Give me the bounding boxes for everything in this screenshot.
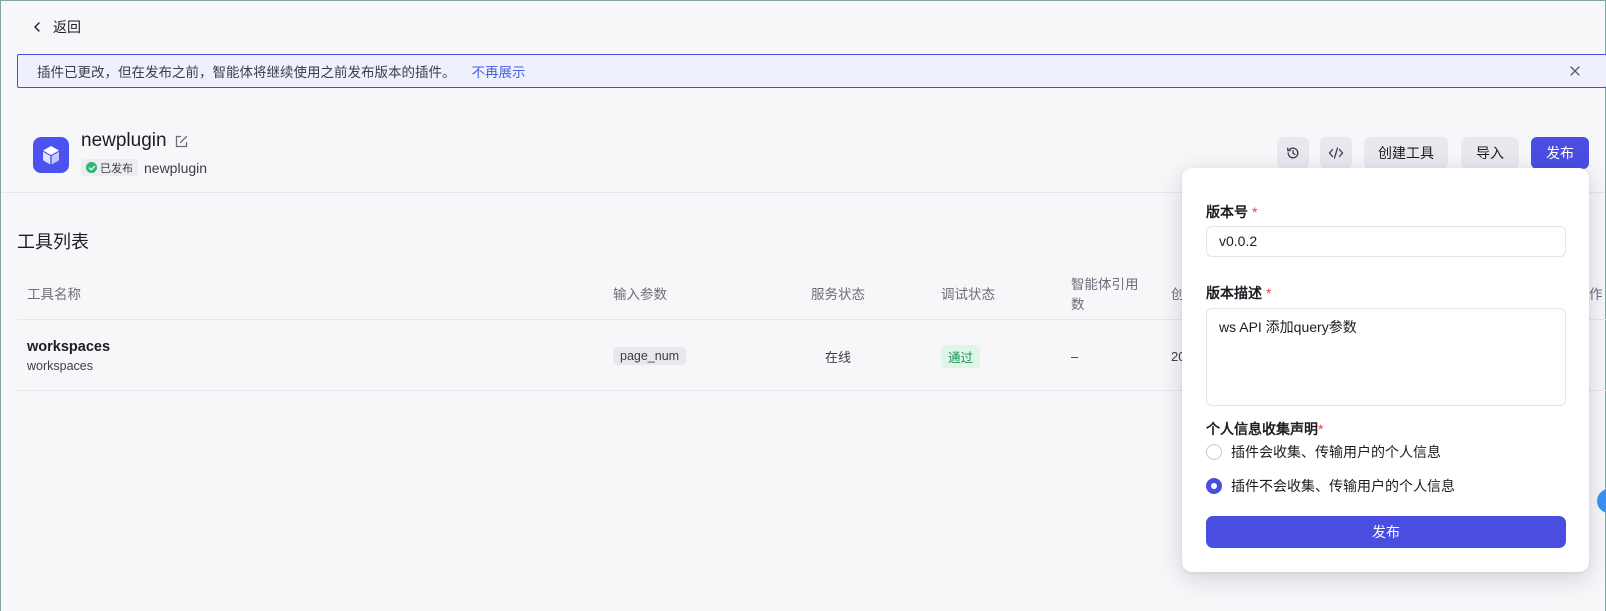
description-label-text: 版本描述	[1206, 285, 1262, 301]
back-button[interactable]: 返回	[31, 17, 81, 37]
radio-button[interactable]	[1206, 444, 1222, 460]
required-mark: *	[1266, 285, 1272, 301]
debug-status-cell: 通过	[941, 321, 981, 391]
dont-show-again-link[interactable]: 不再展示	[472, 61, 526, 81]
plugin-cube-icon	[33, 137, 69, 173]
version-input[interactable]: v0.0.2	[1206, 226, 1566, 257]
check-circle-icon	[86, 162, 97, 173]
code-icon	[1328, 147, 1344, 159]
col-tool-name: 工具名称	[27, 287, 81, 302]
submit-publish-button[interactable]: 发布	[1206, 516, 1566, 548]
col-debug-status: 调试状态	[941, 287, 995, 302]
publish-popover: 版本号 * v0.0.2 版本描述 * ws API 添加query参数 个人信息收…	[1182, 168, 1589, 572]
col-actions-fragment: 作	[1589, 287, 1603, 302]
tools-section-title: 工具列表	[17, 232, 89, 252]
published-badge-label: 已发布	[100, 162, 133, 175]
publish-button[interactable]: 发布	[1531, 137, 1589, 169]
plugin-name: newplugin	[81, 130, 167, 151]
chevron-left-icon	[34, 22, 40, 32]
debug-pass-tag: 通过	[941, 344, 981, 368]
history-button[interactable]	[1277, 137, 1309, 169]
description-label: 版本描述 *	[1206, 283, 1271, 303]
radio-collect[interactable]: 插件会收集、传输用户的个人信息	[1206, 442, 1441, 462]
back-label: 返回	[53, 19, 81, 35]
edit-icon[interactable]	[174, 134, 189, 149]
radio-collect-label: 插件会收集、传输用户的个人信息	[1231, 444, 1441, 460]
close-icon[interactable]	[1568, 64, 1582, 78]
col-agent-refs-line1: 智能体引用	[1071, 277, 1139, 292]
plugin-status-row: 已发布 newplugin	[81, 159, 207, 176]
required-mark: *	[1252, 204, 1258, 220]
import-button[interactable]: 导入	[1461, 137, 1519, 169]
tool-name-cell: workspaces workspaces	[27, 321, 110, 391]
description-textarea[interactable]: ws API 添加query参数	[1206, 308, 1566, 406]
required-mark: *	[1318, 421, 1324, 437]
version-label-text: 版本号	[1206, 204, 1248, 220]
col-service-status: 服务状态	[811, 287, 865, 302]
input-params-cell: page_num	[613, 321, 687, 391]
plugin-subname: newplugin	[144, 159, 208, 176]
tool-description: workspaces	[27, 359, 93, 373]
create-tool-button[interactable]: 创建工具	[1364, 137, 1448, 169]
published-badge: 已发布	[81, 159, 138, 176]
radio-button-checked[interactable]	[1206, 478, 1222, 494]
col-agent-refs: 智能体引用 数	[1071, 270, 1139, 320]
col-agent-refs-line2: 数	[1071, 297, 1085, 312]
tool-name: workspaces	[27, 339, 111, 355]
version-label: 版本号 *	[1206, 202, 1257, 222]
service-status-cell: 在线	[825, 349, 852, 365]
radio-no-collect[interactable]: 插件不会收集、传输用户的个人信息	[1206, 476, 1455, 496]
change-notice-banner: 插件已更改，但在发布之前，智能体将继续使用之前发布版本的插件。 不再展示	[17, 54, 1606, 88]
privacy-label-text: 个人信息收集声明	[1206, 421, 1318, 437]
privacy-label: 个人信息收集声明*	[1206, 419, 1323, 439]
param-tag: page_num	[613, 347, 687, 365]
history-icon	[1287, 147, 1299, 159]
top-bar: 返回	[1, 1, 1605, 53]
code-view-button[interactable]	[1320, 137, 1352, 169]
radio-no-collect-label: 插件不会收集、传输用户的个人信息	[1231, 478, 1455, 494]
banner-message: 插件已更改，但在发布之前，智能体将继续使用之前发布版本的插件。	[37, 65, 456, 80]
agent-refs-cell: –	[1071, 348, 1079, 364]
col-input-params: 输入参数	[613, 287, 667, 302]
